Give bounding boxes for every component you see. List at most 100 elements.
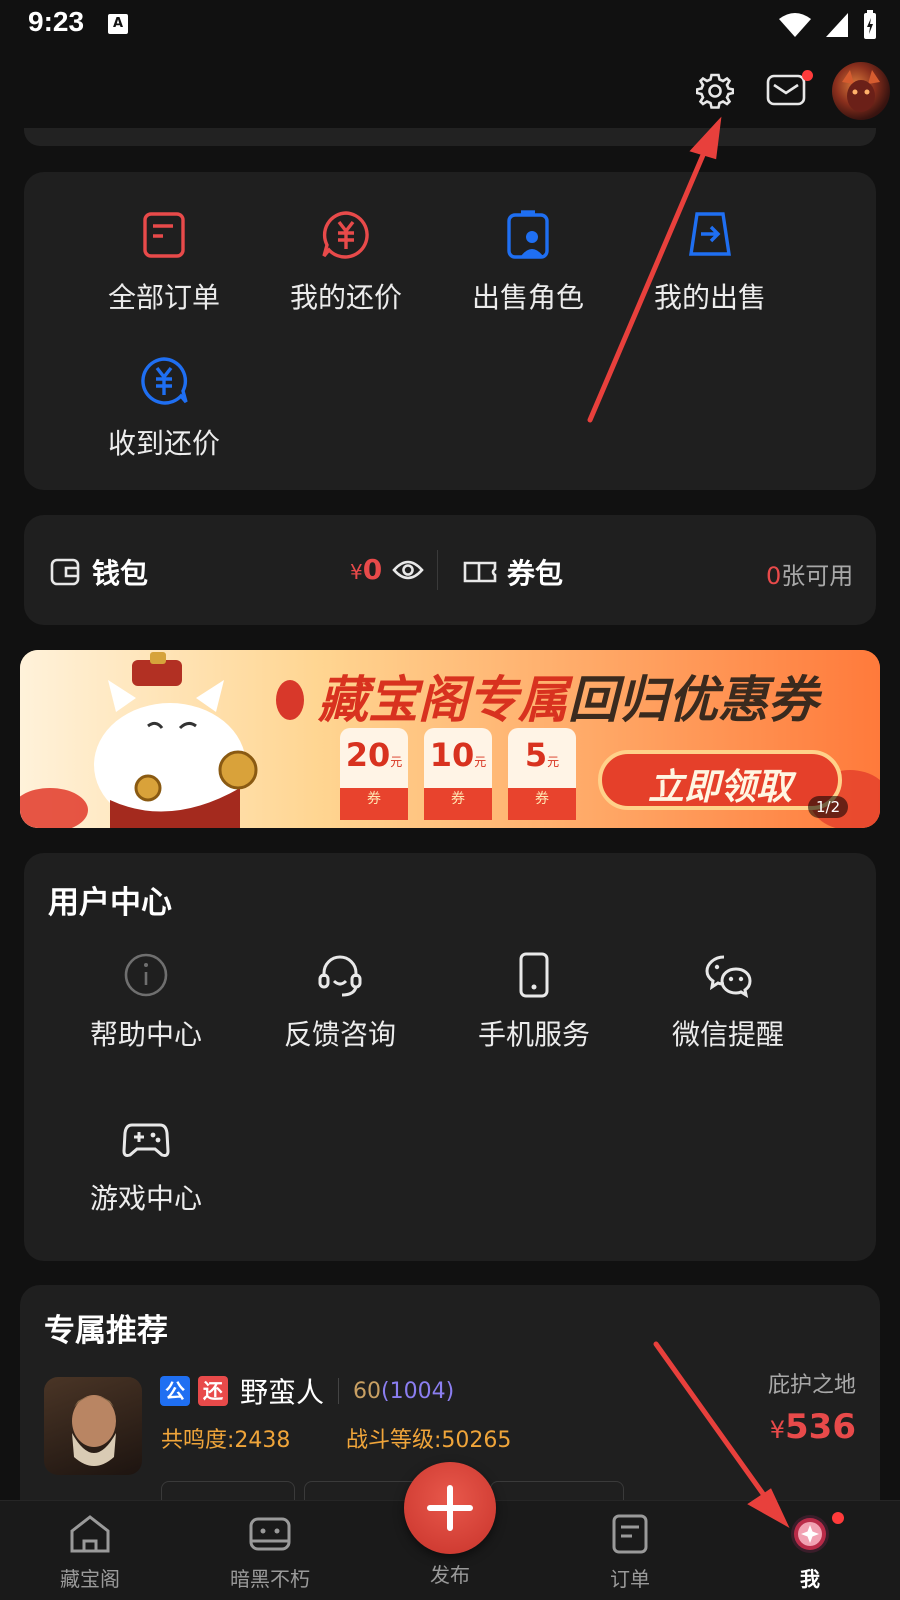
- wallet-entry[interactable]: 钱包: [50, 552, 148, 592]
- home-icon: [70, 1515, 110, 1553]
- recommend-title: 专属推荐: [44, 1313, 168, 1349]
- nav-tab-home[interactable]: 藏宝阁: [20, 1513, 160, 1592]
- banner-title-b: 回归优惠券: [568, 671, 818, 729]
- wallet-icon: [50, 558, 80, 586]
- grid-item-sell-character[interactable]: 出售角色: [428, 208, 628, 316]
- nav-tab-orders[interactable]: 订单: [560, 1513, 700, 1592]
- grid-item-wechat-reminder[interactable]: 微信提醒: [628, 951, 828, 1053]
- coupon-count: 0: [766, 562, 782, 590]
- coupon-unit: 元: [474, 755, 487, 769]
- coupon-tag: 券: [535, 791, 549, 807]
- coupon-entry[interactable]: 券包: [463, 552, 563, 592]
- item-thumbnail[interactable]: [44, 1377, 142, 1475]
- signal-icon: [826, 13, 848, 37]
- nav-label: 订单: [610, 1567, 650, 1591]
- grid-item-received-offers[interactable]: 收到还价: [64, 354, 264, 462]
- grid-item-label: 我的还价: [289, 281, 402, 314]
- me-notification-dot: [832, 1512, 844, 1524]
- grid-item-label: 我的出售: [653, 281, 766, 314]
- received-offer-icon: [141, 357, 188, 405]
- coupon-5: 5元 券: [508, 736, 576, 808]
- grid-item-label: 出售角色: [471, 281, 584, 314]
- nav-label: 发布: [430, 1563, 470, 1587]
- grid-item-label: 微信提醒: [671, 1018, 784, 1051]
- settings-gear-icon[interactable]: [696, 72, 734, 110]
- banner-cta-button[interactable]: 立即领取: [600, 758, 840, 810]
- grid-item-phone-service[interactable]: 手机服务: [434, 951, 634, 1053]
- coupon-value: 20: [345, 736, 391, 774]
- grid-item-all-orders[interactable]: 全部订单: [64, 208, 264, 316]
- phone-icon: [519, 952, 549, 998]
- grid-item-label: 全部订单: [107, 281, 220, 314]
- eye-icon[interactable]: [392, 558, 424, 582]
- grid-item-label: 反馈咨询: [283, 1018, 396, 1051]
- grid-item-label: 手机服务: [477, 1018, 590, 1051]
- nav-tab-publish-label[interactable]: 发布: [380, 1555, 520, 1588]
- grid-item-label: 收到还价: [107, 427, 220, 460]
- item-combat: 战斗等级:50265: [346, 1428, 512, 1453]
- plus-icon: [427, 1485, 473, 1531]
- coupon-suffix: 张可用: [781, 562, 854, 590]
- wallet-label: 钱包: [92, 557, 149, 590]
- item-level: 60: [353, 1378, 382, 1404]
- coupon-tag: 券: [451, 791, 465, 807]
- game-face-icon: [249, 1517, 291, 1551]
- notification-a-icon: A: [108, 14, 128, 34]
- status-time: 9:23: [28, 6, 85, 37]
- order-list-icon: [143, 212, 185, 258]
- user-center-card: 用户中心 帮助中心 反馈咨询 手机服务 微信提醒 游戏中心: [24, 853, 876, 1261]
- coupon-label: 券包: [507, 557, 564, 590]
- mail-icon[interactable]: [766, 72, 806, 108]
- grid-item-my-sales[interactable]: 我的出售: [610, 208, 810, 316]
- wallet-amount: 0: [362, 553, 383, 586]
- wallet-balance: ¥0: [350, 553, 424, 586]
- system-status-icons: [778, 10, 878, 40]
- nav-tab-me[interactable]: 我: [740, 1513, 880, 1592]
- item-title-row[interactable]: 公 还 野蛮人 60(1004): [160, 1371, 454, 1411]
- promo-banner[interactable]: 藏宝阁专属 回归优惠券 20元 券 10元 券 5元 券 立即领取 1/2: [20, 650, 880, 828]
- sell-character-icon: [507, 210, 549, 259]
- coupon-value: 5: [524, 736, 548, 774]
- wechat-icon: [705, 955, 752, 999]
- headset-icon: [318, 955, 362, 997]
- status-bar: 9:23 A: [0, 0, 900, 50]
- coupon-availability: 0张可用: [766, 556, 853, 591]
- coupon-unit: 元: [390, 755, 403, 769]
- title-divider: [338, 1378, 340, 1404]
- wallet-currency: ¥: [350, 560, 363, 584]
- nav-tab-diablo[interactable]: 暗黑不朽: [200, 1513, 340, 1592]
- grid-item-game-center[interactable]: 游戏中心: [46, 1115, 246, 1217]
- counter-offer-icon: [322, 211, 369, 259]
- tag-public: 公: [160, 1376, 190, 1406]
- item-resonance: 共鸣度:2438: [161, 1428, 291, 1453]
- user-avatar[interactable]: [832, 62, 890, 120]
- gamepad-icon: [122, 1123, 170, 1157]
- orders-card: 全部订单 我的还价 出售角色 我的出售 收到还价: [24, 172, 876, 490]
- price-value: 536: [785, 1407, 856, 1447]
- nav-label: 我: [800, 1567, 820, 1591]
- grid-item-feedback[interactable]: 反馈咨询: [240, 951, 440, 1053]
- grid-item-help-center[interactable]: 帮助中心: [46, 951, 246, 1053]
- coupon-value: 10: [429, 736, 475, 774]
- coupon-20: 20元 券: [340, 736, 408, 808]
- profile-card-edge: [24, 128, 876, 146]
- coupon-10: 10元 券: [424, 736, 492, 808]
- battery-icon: [864, 10, 876, 39]
- order-icon: [612, 1514, 648, 1554]
- banner-title-a: 藏宝阁专属: [318, 671, 568, 729]
- mail-unread-dot: [802, 70, 813, 81]
- grid-item-my-counter-offers[interactable]: 我的还价: [246, 208, 446, 316]
- item-level-extra: (1004): [381, 1378, 455, 1404]
- ticket-icon: [463, 561, 497, 583]
- banner-pager: 1/2: [808, 796, 849, 818]
- price-currency: ¥: [769, 1416, 786, 1444]
- user-center-title: 用户中心: [48, 885, 172, 921]
- nav-label: 暗黑不朽: [230, 1567, 310, 1591]
- coupon-tag: 券: [367, 791, 381, 807]
- publish-button[interactable]: [404, 1462, 496, 1554]
- wallet-divider: [437, 550, 438, 590]
- grid-item-label: 游戏中心: [89, 1182, 202, 1215]
- wallet-card: [24, 515, 876, 625]
- item-server: 庇护之地: [767, 1373, 856, 1398]
- grid-item-label: 帮助中心: [89, 1018, 202, 1051]
